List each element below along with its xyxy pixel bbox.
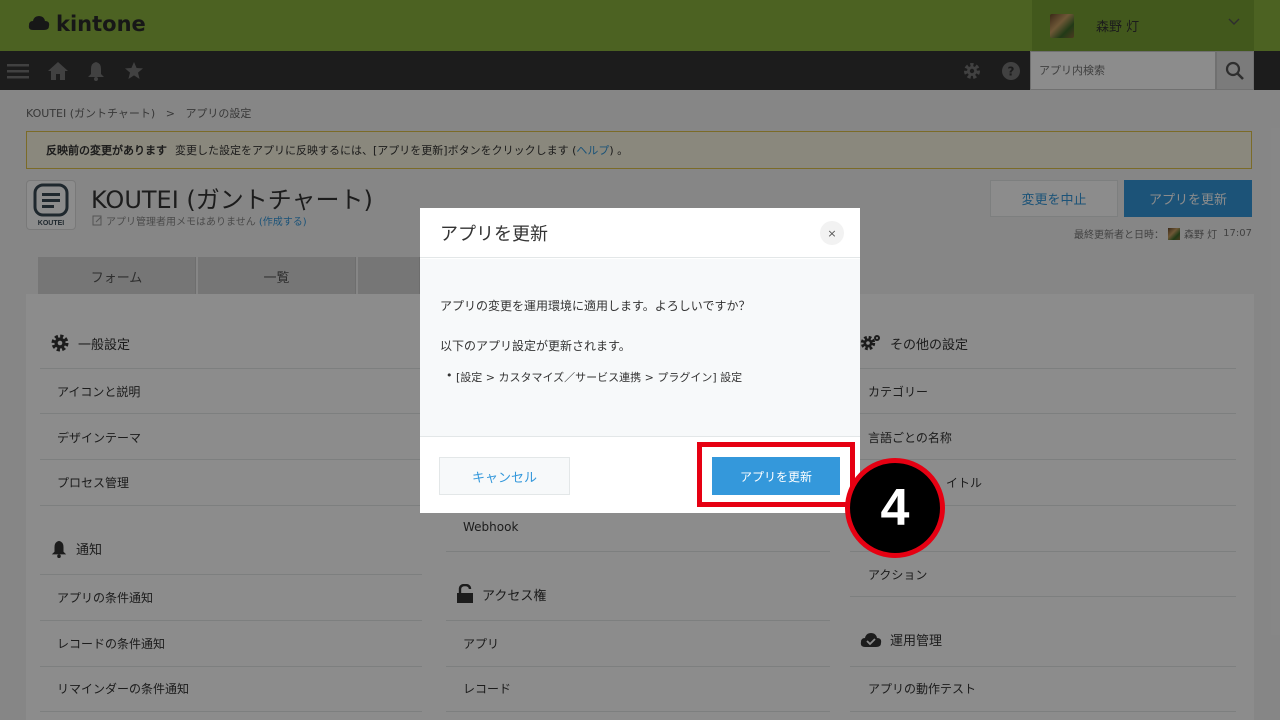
- dialog-body: アプリの変更を運用環境に適用します。よろしいですか？ 以下のアプリ設定が更新され…: [420, 259, 860, 436]
- dialog-message: アプリの変更を運用環境に適用します。よろしいですか？: [440, 299, 751, 313]
- dialog-title: アプリを更新: [440, 224, 548, 245]
- dialog-header: アプリを更新 ×: [420, 208, 860, 258]
- bullet-dot: •: [446, 369, 453, 382]
- dialog-subtext: 以下のアプリ設定が更新されます。: [440, 339, 631, 353]
- close-icon[interactable]: ×: [820, 221, 844, 245]
- dialog-bullet-item: • [設定 > カスタマイズ／サービス連携 > プラグイン] 設定: [446, 369, 743, 385]
- bullet-text: [設定 > カスタマイズ／サービス連携 > プラグイン] 設定: [456, 371, 743, 384]
- dialog-cancel-button[interactable]: キャンセル: [439, 457, 570, 495]
- step-badge: 4: [845, 458, 945, 558]
- highlight-box: [697, 442, 855, 507]
